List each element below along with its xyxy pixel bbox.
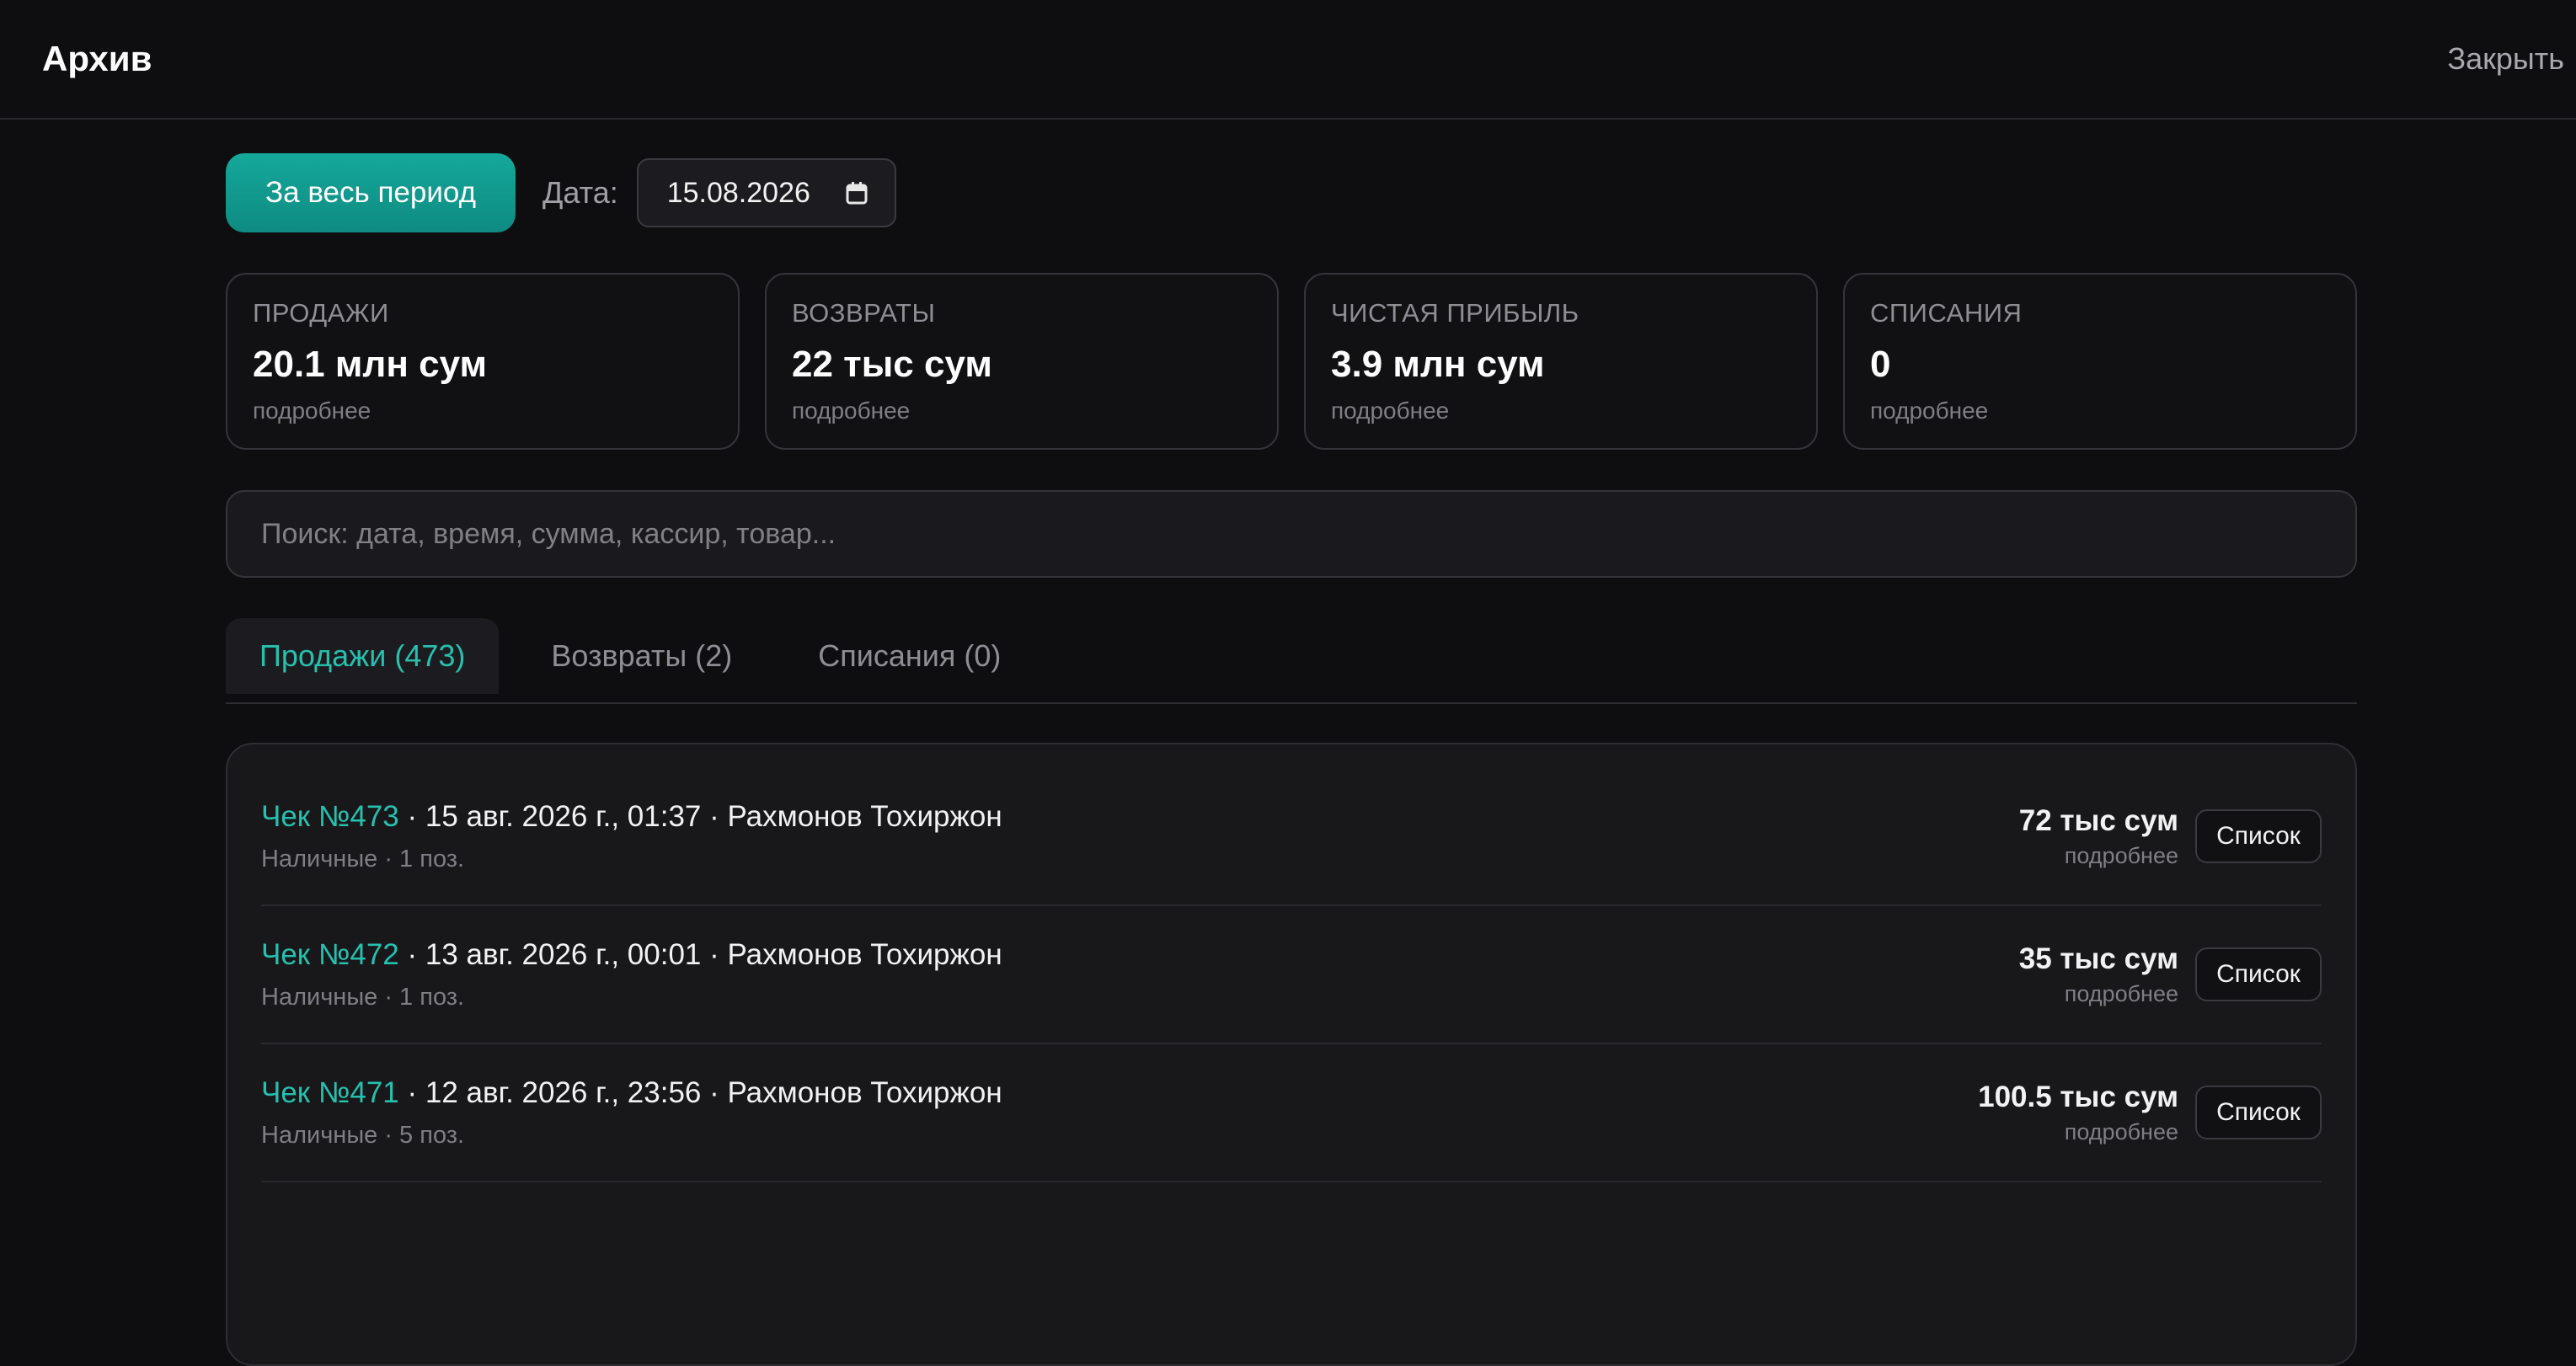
summary-cards: ПРОДАЖИ 20.1 млн сум подробнее ВОЗВРАТЫ …	[226, 273, 2357, 450]
receipt-details: · 12 авг. 2026 г., 23:56 · Рахмонов Тохи…	[398, 1075, 1002, 1109]
sales-card: ПРОДАЖИ 20.1 млн сум подробнее	[226, 273, 740, 450]
receipt-amount: 100.5 тыс сум	[1978, 1080, 2178, 1113]
items-list-button[interactable]: Список	[2195, 947, 2322, 1001]
calendar-icon[interactable]	[846, 181, 868, 205]
search-input[interactable]	[226, 490, 2357, 578]
receipt-info: Чек №472 · 13 авг. 2026 г., 00:01 · Рахм…	[261, 938, 1002, 1011]
receipt-actions: 72 тыс сум подробнее Список	[2019, 804, 2322, 869]
receipt-title: Чек №472 · 13 авг. 2026 г., 00:01 · Рахм…	[261, 938, 1002, 972]
date-picker-input[interactable]: 15.08.2026	[636, 158, 896, 227]
list-item[interactable]: Чек №471 · 12 авг. 2026 г., 23:56 · Рахм…	[261, 1044, 2322, 1182]
items-list-button[interactable]: Список	[2195, 1086, 2322, 1139]
receipt-title: Чек №473 · 15 авг. 2026 г., 01:37 · Рахм…	[261, 800, 1002, 834]
writeoffs-card: СПИСАНИЯ 0 подробнее	[1843, 273, 2357, 450]
receipt-details-link[interactable]: подробнее	[1978, 1119, 2178, 1145]
card-value: 22 тыс сум	[792, 344, 992, 385]
receipt-details-link[interactable]: подробнее	[2019, 843, 2178, 869]
filter-toolbar: За весь период Дата: 15.08.2026	[226, 153, 896, 232]
receipt-title: Чек №471 · 12 авг. 2026 г., 23:56 · Рахм…	[261, 1076, 1002, 1110]
page-title: Архив	[42, 39, 152, 78]
receipt-info: Чек №471 · 12 авг. 2026 г., 23:56 · Рахм…	[261, 1076, 1002, 1150]
card-value: 20.1 млн сум	[253, 344, 488, 385]
receipt-amount-block: 35 тыс сум подробнее	[2019, 942, 2178, 1007]
card-label: ЧИСТАЯ ПРИБЫЛЬ	[1331, 298, 1579, 328]
receipt-info: Чек №473 · 15 авг. 2026 г., 01:37 · Рахм…	[261, 800, 1002, 873]
card-details-link[interactable]: подробнее	[1331, 398, 1791, 424]
receipt-details-link[interactable]: подробнее	[2019, 981, 2178, 1007]
receipt-number-link[interactable]: Чек №472	[261, 938, 399, 971]
receipt-payment-info: Наличные · 5 поз.	[261, 1121, 465, 1149]
returns-card: ВОЗВРАТЫ 22 тыс сум подробнее	[765, 273, 1279, 450]
list-item[interactable]: Чек №472 · 13 авг. 2026 г., 00:01 · Рахм…	[261, 906, 2322, 1044]
receipt-amount-block: 100.5 тыс сум подробнее	[1978, 1081, 2178, 1145]
items-list-button[interactable]: Список	[2195, 809, 2322, 863]
receipt-actions: 35 тыс сум подробнее Список	[2019, 942, 2322, 1007]
receipt-list: Чек №473 · 15 авг. 2026 г., 01:37 · Рахм…	[226, 743, 2357, 1366]
date-label: Дата:	[542, 175, 618, 210]
date-value: 15.08.2026	[666, 176, 810, 209]
card-value: 0	[1870, 344, 1891, 385]
receipt-details: · 13 авг. 2026 г., 00:01 · Рахмонов Тохи…	[398, 937, 1002, 971]
all-period-button[interactable]: За весь период	[226, 153, 516, 232]
receipt-actions: 100.5 тыс сум подробнее Список	[1978, 1081, 2322, 1145]
receipt-amount-block: 72 тыс сум подробнее	[2019, 804, 2178, 869]
card-details-link[interactable]: подробнее	[792, 398, 1252, 424]
receipt-amount: 72 тыс сум	[2018, 803, 2178, 837]
receipt-number-link[interactable]: Чек №471	[261, 1076, 399, 1109]
close-button[interactable]: Закрыть	[2447, 41, 2564, 77]
receipt-number-link[interactable]: Чек №473	[261, 800, 399, 833]
receipt-details: · 15 авг. 2026 г., 01:37 · Рахмонов Тохи…	[398, 799, 1002, 833]
card-details-link[interactable]: подробнее	[1870, 398, 2330, 424]
tab-returns[interactable]: Возвраты (2)	[517, 618, 766, 694]
card-label: ПРОДАЖИ	[253, 298, 389, 328]
tab-writeoffs[interactable]: Списания (0)	[784, 618, 1034, 694]
receipt-amount: 35 тыс сум	[2018, 942, 2178, 975]
header-bar: Архив Закрыть	[0, 0, 2576, 120]
net-profit-card: ЧИСТАЯ ПРИБЫЛЬ 3.9 млн сум подробнее	[1304, 273, 1818, 450]
card-details-link[interactable]: подробнее	[253, 398, 713, 424]
tab-sales[interactable]: Продажи (473)	[226, 618, 500, 694]
card-value: 3.9 млн сум	[1331, 344, 1545, 385]
receipt-payment-info: Наличные · 1 поз.	[261, 983, 465, 1011]
card-label: ВОЗВРАТЫ	[792, 298, 936, 328]
list-item[interactable]: Чек №473 · 15 авг. 2026 г., 01:37 · Рахм…	[261, 768, 2322, 906]
receipt-payment-info: Наличные · 1 поз.	[261, 845, 465, 872]
card-label: СПИСАНИЯ	[1870, 298, 2023, 328]
tab-bar: Продажи (473) Возвраты (2) Списания (0)	[226, 618, 2357, 704]
